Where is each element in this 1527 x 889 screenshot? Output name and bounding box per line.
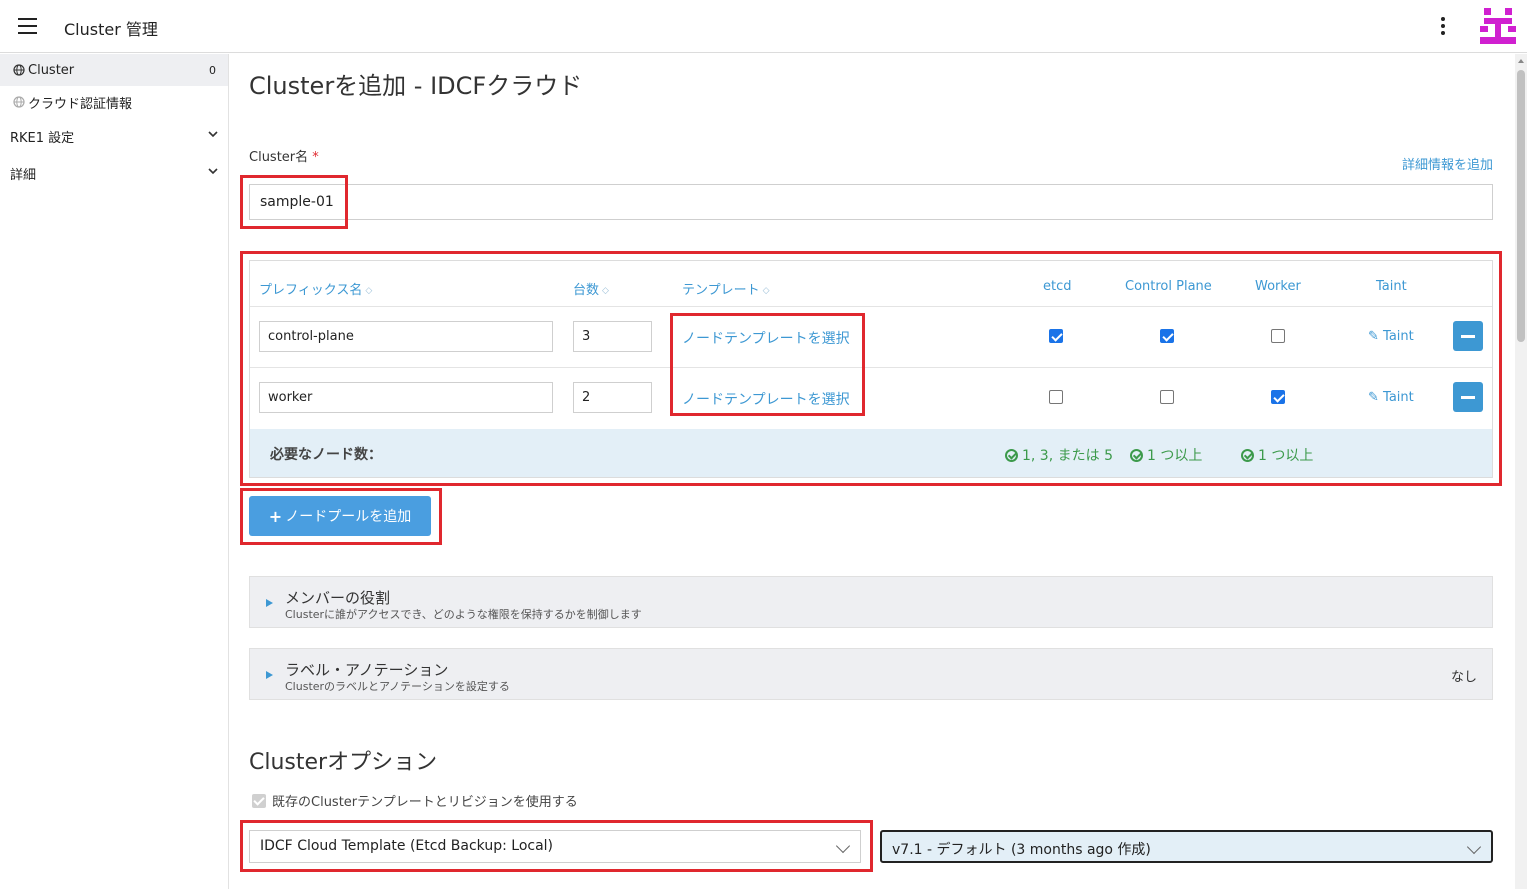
highlight-box	[240, 175, 348, 229]
sidebar-group-advanced[interactable]: 詳細	[0, 155, 228, 192]
required-mark: *	[312, 150, 319, 165]
chevron-down-icon	[1466, 839, 1482, 855]
accordion-status: なし	[1450, 670, 1477, 685]
scrollbar-thumb[interactable]	[1517, 70, 1525, 342]
chevron-down-icon	[208, 168, 218, 175]
use-template-label: 既存のClusterテンプレートとリビジョンを使用する	[272, 795, 578, 810]
highlight-box	[240, 251, 1502, 486]
use-template-checkbox[interactable]: 既存のClusterテンプレートとリビジョンを使用する	[252, 791, 578, 810]
sidebar-item-label: Cluster	[28, 62, 75, 78]
more-options-icon[interactable]	[1441, 17, 1447, 37]
globe-icon	[13, 96, 25, 108]
template-revision-select[interactable]: v7.1 - デフォルト (3 months ago 作成)	[880, 830, 1493, 863]
user-avatar-logo[interactable]	[1480, 8, 1516, 44]
accordion-labels-annotations[interactable]: ラベル・アノテーション Clusterのラベルとアノテーションを設定する なし	[249, 648, 1493, 700]
expand-triangle-icon	[266, 599, 273, 607]
sidebar-group-label: RKE1 設定	[10, 131, 75, 146]
cluster-name-input[interactable]: sample-01	[249, 184, 1493, 220]
sidebar: Cluster 0 クラウド認証情報 RKE1 設定 詳細	[0, 54, 229, 889]
accordion-title: ラベル・アノテーション	[285, 661, 449, 679]
template-revision-value: v7.1 - デフォルト (3 months ago 作成)	[892, 842, 1151, 858]
page-title: Clusterを追加 - IDCFクラウド	[249, 72, 583, 100]
highlight-box	[670, 313, 865, 416]
accordion-member-roles[interactable]: メンバーの役割 Clusterに誰がアクセスでき、どのような権限を保持するかを制…	[249, 576, 1493, 628]
sidebar-group-label: 詳細	[10, 168, 37, 183]
accordion-subtitle: Clusterのラベルとアノテーションを設定する	[285, 680, 510, 693]
checkbox-disabled	[252, 793, 266, 808]
cluster-name-label-text: Cluster名	[249, 150, 309, 165]
app-title: Cluster 管理	[64, 20, 158, 39]
sidebar-item-count: 0	[209, 63, 216, 77]
expand-triangle-icon	[266, 671, 273, 679]
sidebar-item-cluster[interactable]: Cluster 0	[0, 54, 228, 86]
chevron-down-icon	[208, 131, 218, 138]
globe-icon	[13, 64, 25, 76]
accordion-subtitle: Clusterに誰がアクセスでき、どのような権限を保持するかを制御します	[285, 608, 642, 621]
sidebar-group-rke1-settings[interactable]: RKE1 設定	[0, 118, 228, 155]
sidebar-item-cloud-credentials[interactable]: クラウド認証情報	[0, 86, 228, 118]
cluster-name-label: Cluster名 *	[249, 146, 319, 165]
hamburger-menu-icon[interactable]	[18, 18, 37, 34]
sidebar-item-label: クラウド認証情報	[28, 96, 133, 112]
add-detail-link[interactable]: 詳細情報を追加	[1402, 154, 1493, 173]
accordion-title: メンバーの役割	[285, 589, 391, 607]
highlight-box	[240, 820, 873, 872]
vertical-scrollbar[interactable]	[1515, 54, 1527, 889]
scroll-up-arrow-icon[interactable]	[1518, 59, 1524, 63]
highlight-box	[240, 488, 442, 545]
top-bar: Cluster 管理	[0, 0, 1527, 53]
cluster-options-title: Clusterオプション	[249, 750, 438, 775]
